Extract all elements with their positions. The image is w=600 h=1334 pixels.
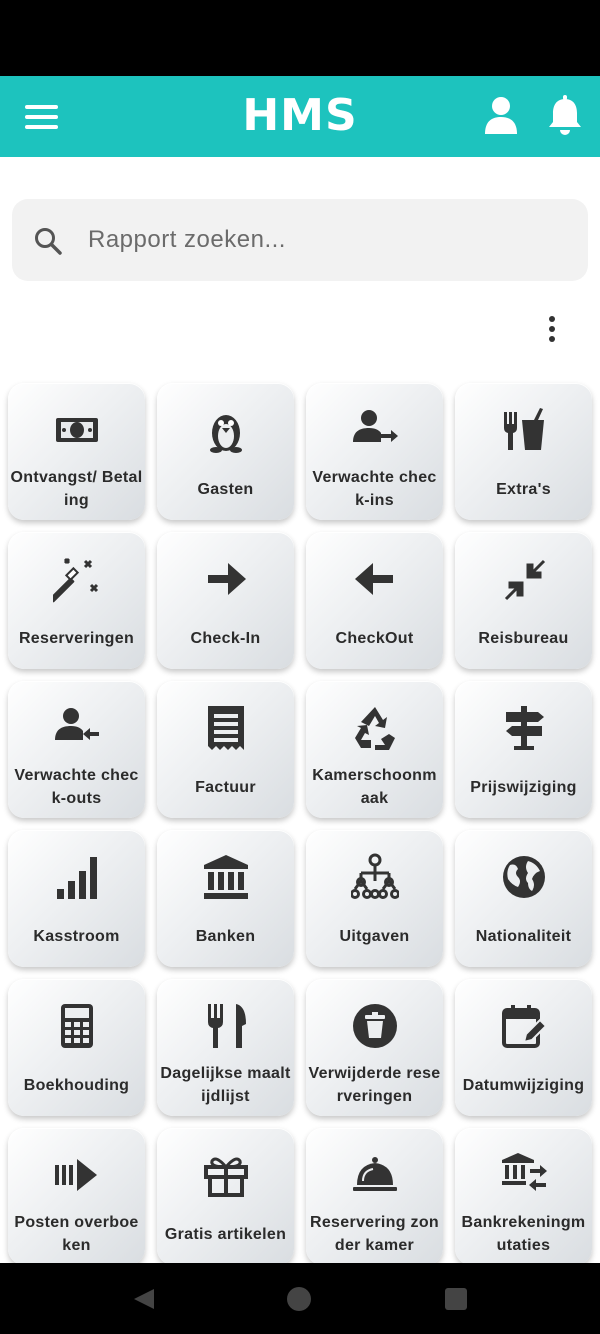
search-icon [35,228,62,255]
tile-gasten[interactable]: Gasten [157,383,294,520]
tile-nationaliteit[interactable]: Nationaliteit [455,830,592,967]
tile-label: Verwijderde reserveringen [308,1065,441,1105]
tile-label: Nationaliteit [475,927,572,945]
compress-icon [499,554,549,604]
profile-button[interactable] [484,96,518,136]
tile-verwachte-check-ins[interactable]: Verwachte check-ins [306,383,443,520]
tile-kasstroom[interactable]: Kasstroom [8,830,145,967]
tile-posten-overboeken[interactable]: Posten overboeken [8,1128,145,1263]
tile-gratis-artikelen[interactable]: Gratis artikelen [157,1128,294,1263]
tile-check-in[interactable]: Check-In [157,532,294,669]
tile-prijswijziging[interactable]: Prijswijziging [455,681,592,818]
calendar-edit-icon [499,1001,549,1051]
tile-reservering-zonder-kamer[interactable]: Reservering zonder kamer [306,1128,443,1263]
bank-transfer-icon [499,1150,549,1200]
tile-datumwijziging[interactable]: Datumwijziging [455,979,592,1116]
tile-label: Posten overboeken [14,1214,139,1254]
tile-label: Extra's [496,480,551,498]
user-arrow-left-icon [52,703,102,753]
calculator-icon [52,1001,102,1051]
tile-banken[interactable]: Banken [157,830,294,967]
tile-verwachte-check-outs[interactable]: Verwachte check-outs [8,681,145,818]
app-bar: HMS [0,76,600,157]
tile-boekhouding[interactable]: Boekhouding [8,979,145,1116]
sitemap-icon [350,852,400,902]
tile-label: Reisbureau [478,629,569,647]
tile-label: Banken [195,927,256,945]
search-box [12,199,588,281]
tile-verwijderde-reserveringen[interactable]: Verwijderde reserveringen [306,979,443,1116]
fork-cup-icon [499,405,549,455]
penguin-icon [201,405,251,455]
tile-label: Reserveringen [18,629,135,647]
tile-label: Gratis artikelen [164,1225,287,1243]
tile-bankrekeningmutaties[interactable]: Bankrekeningmutaties [455,1128,592,1263]
tile-label: Reservering zonder kamer [310,1214,439,1254]
tile-label: Ontvangst/ Betaling [10,469,143,509]
more-options-button[interactable] [540,313,564,343]
tile-label: Bankrekeningmutaties [461,1214,586,1254]
search-input[interactable] [88,217,568,263]
arrow-left-icon [350,554,400,604]
tile-label: Datumwijziging [462,1076,585,1094]
tile-label: Prijswijziging [470,778,577,796]
nav-recents-icon[interactable] [445,1288,467,1310]
tile-label: Check-In [190,629,261,647]
tile-label: Dagelijkse maaltijdlijst [160,1065,291,1105]
receipt-icon [201,703,251,753]
tile-label: Boekhouding [23,1076,130,1094]
bell-icon [549,95,581,135]
trash-circle-icon [350,1001,400,1051]
notifications-button[interactable] [546,94,584,136]
globe-icon [499,852,549,902]
main-content: Ontvangst/ Betaling Gasten Verwachte check… [0,157,600,1263]
tile-label: Verwachte check-outs [14,767,139,807]
report-grid: Ontvangst/ Betaling Gasten Verwachte check… [8,383,596,1263]
signpost-icon [499,703,549,753]
nav-back-icon[interactable] [132,1287,156,1311]
arrow-right-icon [201,554,251,604]
tile-label: Gasten [197,480,254,498]
status-bar [0,0,600,76]
tile-label: Uitgaven [339,927,410,945]
nav-home-icon[interactable] [287,1287,311,1311]
forward-bars-icon [52,1150,102,1200]
system-nav-bar [0,1263,600,1334]
tile-reserveringen[interactable]: Reserveringen [8,532,145,669]
tile-factuur[interactable]: Factuur [157,681,294,818]
tile-ontvangst-betaling[interactable]: Ontvangst/ Betaling [8,383,145,520]
money-icon [52,405,102,455]
user-arrow-right-icon [350,405,400,455]
tile-label: Kamerschoonmaak [312,767,437,807]
user-icon [485,97,517,134]
tile-kamerschoonmaak[interactable]: Kamerschoonmaak [306,681,443,818]
tile-label: CheckOut [335,629,414,647]
tile-dagelijkse-maaltijdlijst[interactable]: Dagelijkse maaltijdlijst [157,979,294,1116]
tile-reisbureau[interactable]: Reisbureau [455,532,592,669]
tile-label: Factuur [195,778,256,796]
tile-label: Verwachte check-ins [312,469,437,509]
tile-uitgaven[interactable]: Uitgaven [306,830,443,967]
gift-icon [201,1150,251,1200]
signal-bars-icon [52,852,102,902]
magic-wand-icon [52,554,102,604]
cloche-icon [350,1150,400,1200]
tile-extra-s[interactable]: Extra's [455,383,592,520]
bank-icon [201,852,251,902]
more-vert-icon [549,316,555,322]
utensils-icon [201,1001,251,1051]
recycle-icon [350,703,400,753]
tile-checkout[interactable]: CheckOut [306,532,443,669]
tile-label: Kasstroom [33,927,120,945]
